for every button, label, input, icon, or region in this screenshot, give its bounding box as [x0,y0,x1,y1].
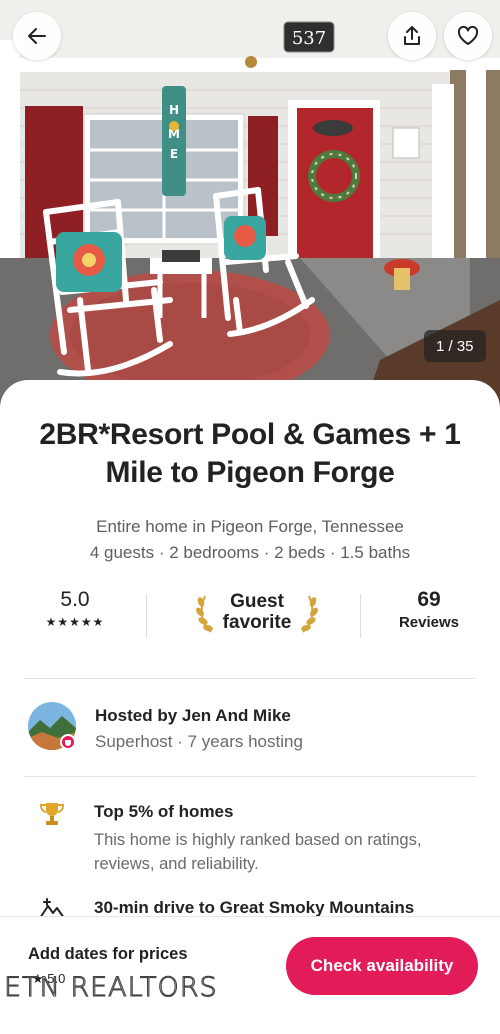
host-row[interactable]: Hosted by Jen And Mike Superhost · 7 yea… [28,702,480,756]
laurel-left-icon [195,595,213,633]
laurel-right-icon [301,595,319,633]
listing-photo[interactable]: H M E 537 1 / 35 [0,0,500,420]
divider [146,594,147,638]
arrow-left-icon [28,28,46,44]
guest-favorite-badge[interactable]: Guest favorite [172,586,342,638]
house-number: 537 [292,28,326,49]
section-divider [24,776,476,777]
favorite-button[interactable] [444,12,492,60]
host-subtitle: Superhost · 7 years hosting [95,732,303,751]
trophy-icon [39,803,65,825]
guest-favorite-line1: Guest [230,591,284,612]
superhost-badge-icon [60,734,76,750]
reviews-label: Reviews [398,614,460,631]
share-button[interactable] [388,12,436,60]
svg-text:E: E [170,147,178,161]
highlight-title: Top 5% of homes [94,802,234,821]
heart-icon [457,25,479,45]
rating-stat: 5.0 ★★★★★ [22,586,128,630]
host-name: Hosted by Jen And Mike [95,706,291,725]
reviews-stat[interactable]: 69 Reviews [368,586,490,632]
highlight-description: This home is highly ranked based on rati… [94,831,422,873]
listing-location: Entire home in Pigeon Forge, Tennessee [96,517,404,536]
listing-details: 4 guests · 2 bedrooms · 2 beds · 1.5 bat… [89,543,411,562]
booking-footer: Add dates for prices ★ 5.0 ETN REALTORS … [0,916,500,1034]
divider [360,594,361,638]
back-button[interactable] [13,12,61,60]
guest-favorite-line2: favorite [222,612,292,633]
watermark-text: ETN REALTORS [3,971,218,1003]
highlight-top-homes: Top 5% of homes This home is highly rank… [38,800,478,880]
listing-title: 2BR*Resort Pool & Games + 1 Mile to Pige… [39,418,461,489]
check-availability-button[interactable]: Check availability [286,937,478,995]
reviews-count: 69 [417,588,441,611]
rating-stars: ★★★★★ [45,615,105,629]
section-divider [24,678,476,679]
stats-row: 5.0 ★★★★★ Guest favorite 69 Reviews [22,586,478,650]
price-label[interactable]: Add dates for prices [28,945,188,964]
share-icon [404,26,420,45]
svg-text:H: H [169,103,179,117]
rating-value: 5.0 [60,588,90,611]
photo-counter: 1 / 35 [424,330,486,362]
highlight-title: 30-min drive to Great Smoky Mountains [94,898,415,917]
